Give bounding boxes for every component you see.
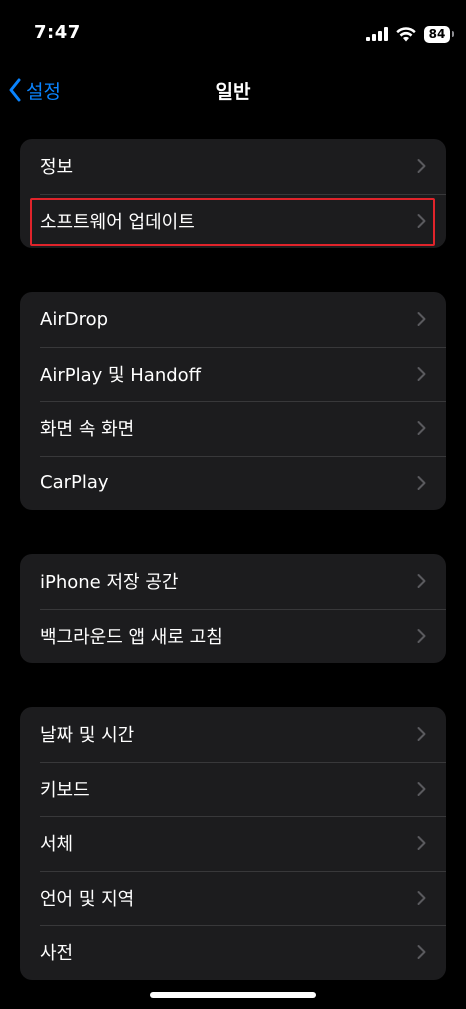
chevron-right-icon xyxy=(417,945,426,960)
settings-row-airplay-handoff[interactable]: AirPlay 및 Handoff xyxy=(20,346,446,402)
row-label: AirDrop xyxy=(40,308,109,330)
home-indicator[interactable] xyxy=(150,992,316,998)
settings-row-fonts[interactable]: 서체 xyxy=(20,816,446,871)
chevron-right-icon xyxy=(417,421,426,436)
row-label: 화면 속 화면 xyxy=(40,419,135,441)
row-label: 백그라운드 앱 새로 고침 xyxy=(40,626,223,648)
cellular-signal-icon xyxy=(366,27,388,41)
chevron-right-icon xyxy=(417,312,426,327)
chevron-right-icon xyxy=(417,781,426,796)
settings-row-about[interactable]: 정보 xyxy=(20,139,446,194)
settings-row-carplay[interactable]: CarPlay xyxy=(20,455,446,511)
row-label: 키보드 xyxy=(40,779,90,801)
settings-row-iphone-storage[interactable]: iPhone 저장 공간 xyxy=(20,554,446,609)
row-label: 언어 및 지역 xyxy=(40,888,135,910)
chevron-right-icon xyxy=(417,836,426,851)
settings-row-picture-in-picture[interactable]: 화면 속 화면 xyxy=(20,401,446,456)
settings-general-screen: 7:47 84 설정 일반 정보 소프트웨어 업데이트 AirDrop AirP… xyxy=(0,0,466,1009)
row-label: 소프트웨어 업데이트 xyxy=(40,211,195,233)
chevron-right-icon xyxy=(417,628,426,643)
settings-group-connectivity: AirDrop AirPlay 및 Handoff 화면 속 화면 CarPla… xyxy=(20,292,446,510)
settings-group-about: 정보 소프트웨어 업데이트 xyxy=(20,139,446,248)
status-time: 7:47 xyxy=(34,22,81,43)
row-label: AirPlay 및 Handoff xyxy=(40,364,202,386)
settings-group-locale: 날짜 및 시간 키보드 서체 언어 및 지역 사전 xyxy=(20,707,446,980)
settings-row-background-app-refresh[interactable]: 백그라운드 앱 새로 고침 xyxy=(20,608,446,664)
settings-row-date-time[interactable]: 날짜 및 시간 xyxy=(20,707,446,762)
battery-icon: 84 xyxy=(424,25,454,43)
row-label: 사전 xyxy=(40,943,74,965)
status-icons: 84 xyxy=(366,24,454,44)
chevron-right-icon xyxy=(417,574,426,589)
settings-row-airdrop[interactable]: AirDrop xyxy=(20,292,446,347)
status-bar: 7:47 84 xyxy=(0,0,466,66)
settings-row-language-region[interactable]: 언어 및 지역 xyxy=(20,870,446,926)
navigation-bar: 설정 일반 xyxy=(0,66,466,114)
chevron-right-icon xyxy=(417,475,426,490)
settings-group-storage: iPhone 저장 공간 백그라운드 앱 새로 고침 xyxy=(20,554,446,663)
row-label: 서체 xyxy=(40,834,74,856)
row-label: 정보 xyxy=(40,157,74,179)
row-label: 날짜 및 시간 xyxy=(40,725,135,747)
row-label: CarPlay xyxy=(40,472,109,494)
chevron-right-icon xyxy=(417,213,426,228)
page-title: 일반 xyxy=(215,81,251,103)
chevron-right-icon xyxy=(417,890,426,905)
chevron-right-icon xyxy=(417,366,426,381)
row-label: iPhone 저장 공간 xyxy=(40,572,179,594)
settings-row-software-update[interactable]: 소프트웨어 업데이트 xyxy=(20,193,446,249)
settings-row-dictionary[interactable]: 사전 xyxy=(20,925,446,980)
chevron-right-icon xyxy=(417,727,426,742)
settings-row-keyboard[interactable]: 키보드 xyxy=(20,761,446,817)
chevron-right-icon xyxy=(417,159,426,174)
wifi-icon xyxy=(396,26,416,41)
